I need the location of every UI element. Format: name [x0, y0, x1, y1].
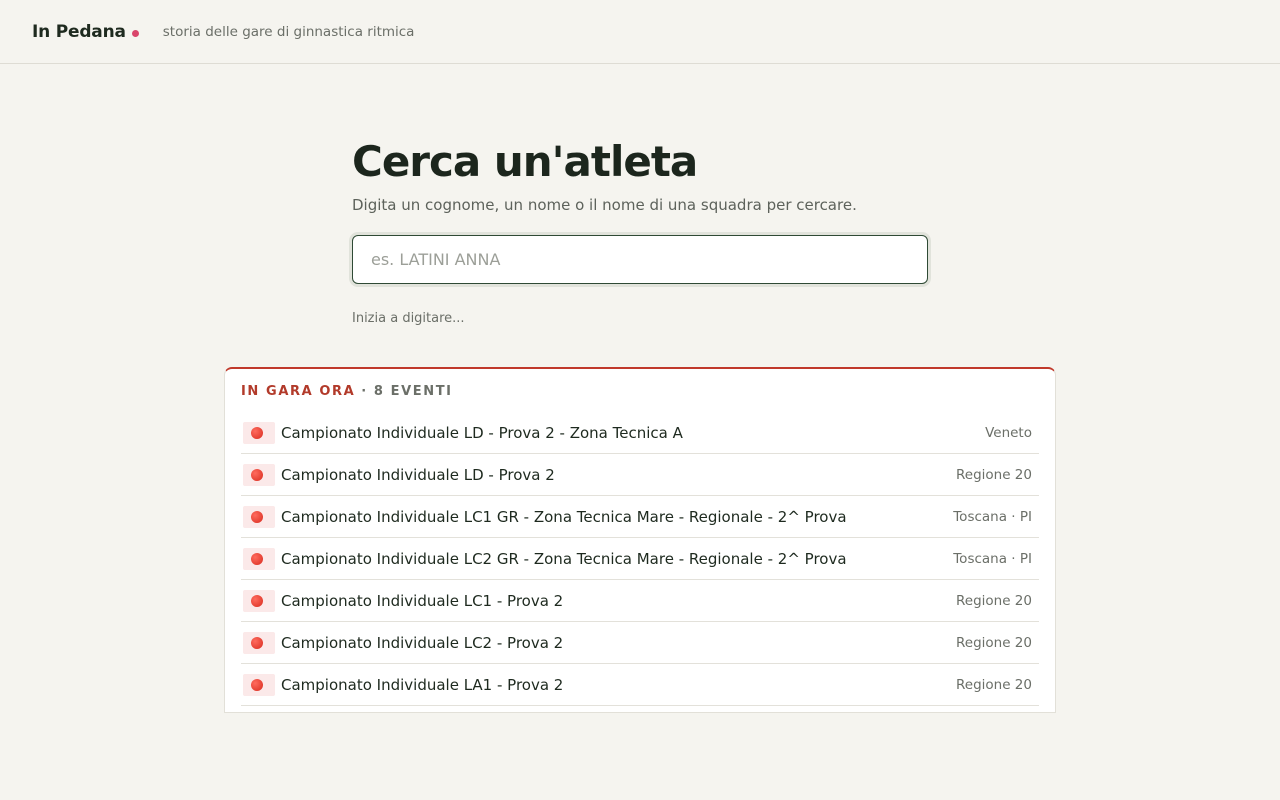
live-events-panel: IN GARA ORA · 8 EVENTI Campionato Indivi… — [224, 367, 1056, 713]
event-row[interactable]: Campionato Individuale LD - Prova 2 - Zo… — [241, 412, 1039, 454]
live-separator: · — [361, 383, 368, 399]
brand-dot-icon — [131, 29, 139, 37]
event-list: Campionato Individuale LD - Prova 2 - Zo… — [241, 412, 1039, 712]
event-name[interactable]: Campionato Individuale LC2 - Prova 2 — [281, 634, 956, 652]
event-region: Regione 20 — [956, 592, 1032, 609]
event-row-partial[interactable] — [241, 706, 1039, 712]
page-subtitle: Digita un cognome, un nome o il nome di … — [352, 196, 857, 214]
event-region: Toscana · PI — [953, 508, 1032, 525]
brand-logo[interactable]: In Pedana — [32, 22, 139, 42]
event-row[interactable]: Campionato Individuale LD - Prova 2 Regi… — [241, 454, 1039, 496]
event-row[interactable]: Campionato Individuale LC1 GR - Zona Tec… — [241, 496, 1039, 538]
red-circle-icon — [243, 505, 275, 528]
event-row[interactable]: Campionato Individuale LC2 GR - Zona Tec… — [241, 538, 1039, 580]
red-circle-icon — [243, 421, 275, 444]
search-field[interactable] — [352, 235, 928, 284]
red-circle-icon — [243, 463, 275, 486]
top-bar: In Pedana storia delle gare di ginnastic… — [0, 0, 1280, 64]
event-name[interactable]: Campionato Individuale LD - Prova 2 — [281, 466, 956, 484]
event-row[interactable]: Campionato Individuale LC2 - Prova 2 Reg… — [241, 622, 1039, 664]
brand-name[interactable]: In Pedana — [32, 22, 126, 42]
event-row[interactable]: Campionato Individuale LA1 - Prova 2 Reg… — [241, 664, 1039, 706]
event-name[interactable]: Campionato Individuale LA1 - Prova 2 — [281, 676, 956, 694]
red-circle-icon — [243, 589, 275, 612]
page-title: Cerca un'atleta — [352, 137, 698, 186]
search-hint: Inizia a digitare... — [352, 311, 465, 326]
event-name[interactable]: Campionato Individuale LC1 - Prova 2 — [281, 592, 956, 610]
red-circle-icon — [243, 673, 275, 696]
event-name[interactable]: Campionato Individuale LC2 GR - Zona Tec… — [281, 550, 953, 568]
event-region: Regione 20 — [956, 466, 1032, 483]
event-region: Veneto — [985, 424, 1032, 441]
search-section: Cerca un'atleta Digita un cognome, un no… — [352, 136, 928, 326]
search-input[interactable] — [371, 250, 909, 269]
event-region: Regione 20 — [956, 634, 1032, 651]
red-circle-icon — [243, 631, 275, 654]
event-name[interactable]: Campionato Individuale LC1 GR - Zona Tec… — [281, 508, 953, 526]
event-region: Regione 20 — [956, 676, 1032, 693]
live-count: 8 EVENTI — [373, 383, 453, 399]
event-name[interactable]: Campionato Individuale LD - Prova 2 - Zo… — [281, 424, 985, 442]
live-label: IN GARA ORA — [241, 383, 356, 399]
event-row[interactable]: Campionato Individuale LC1 - Prova 2 Reg… — [241, 580, 1039, 622]
tagline: storia delle gare di ginnastica ritmica — [162, 23, 415, 40]
red-circle-icon — [243, 547, 275, 570]
event-region: Toscana · PI — [953, 550, 1032, 567]
live-events-header: IN GARA ORA · 8 EVENTI — [241, 369, 1039, 412]
